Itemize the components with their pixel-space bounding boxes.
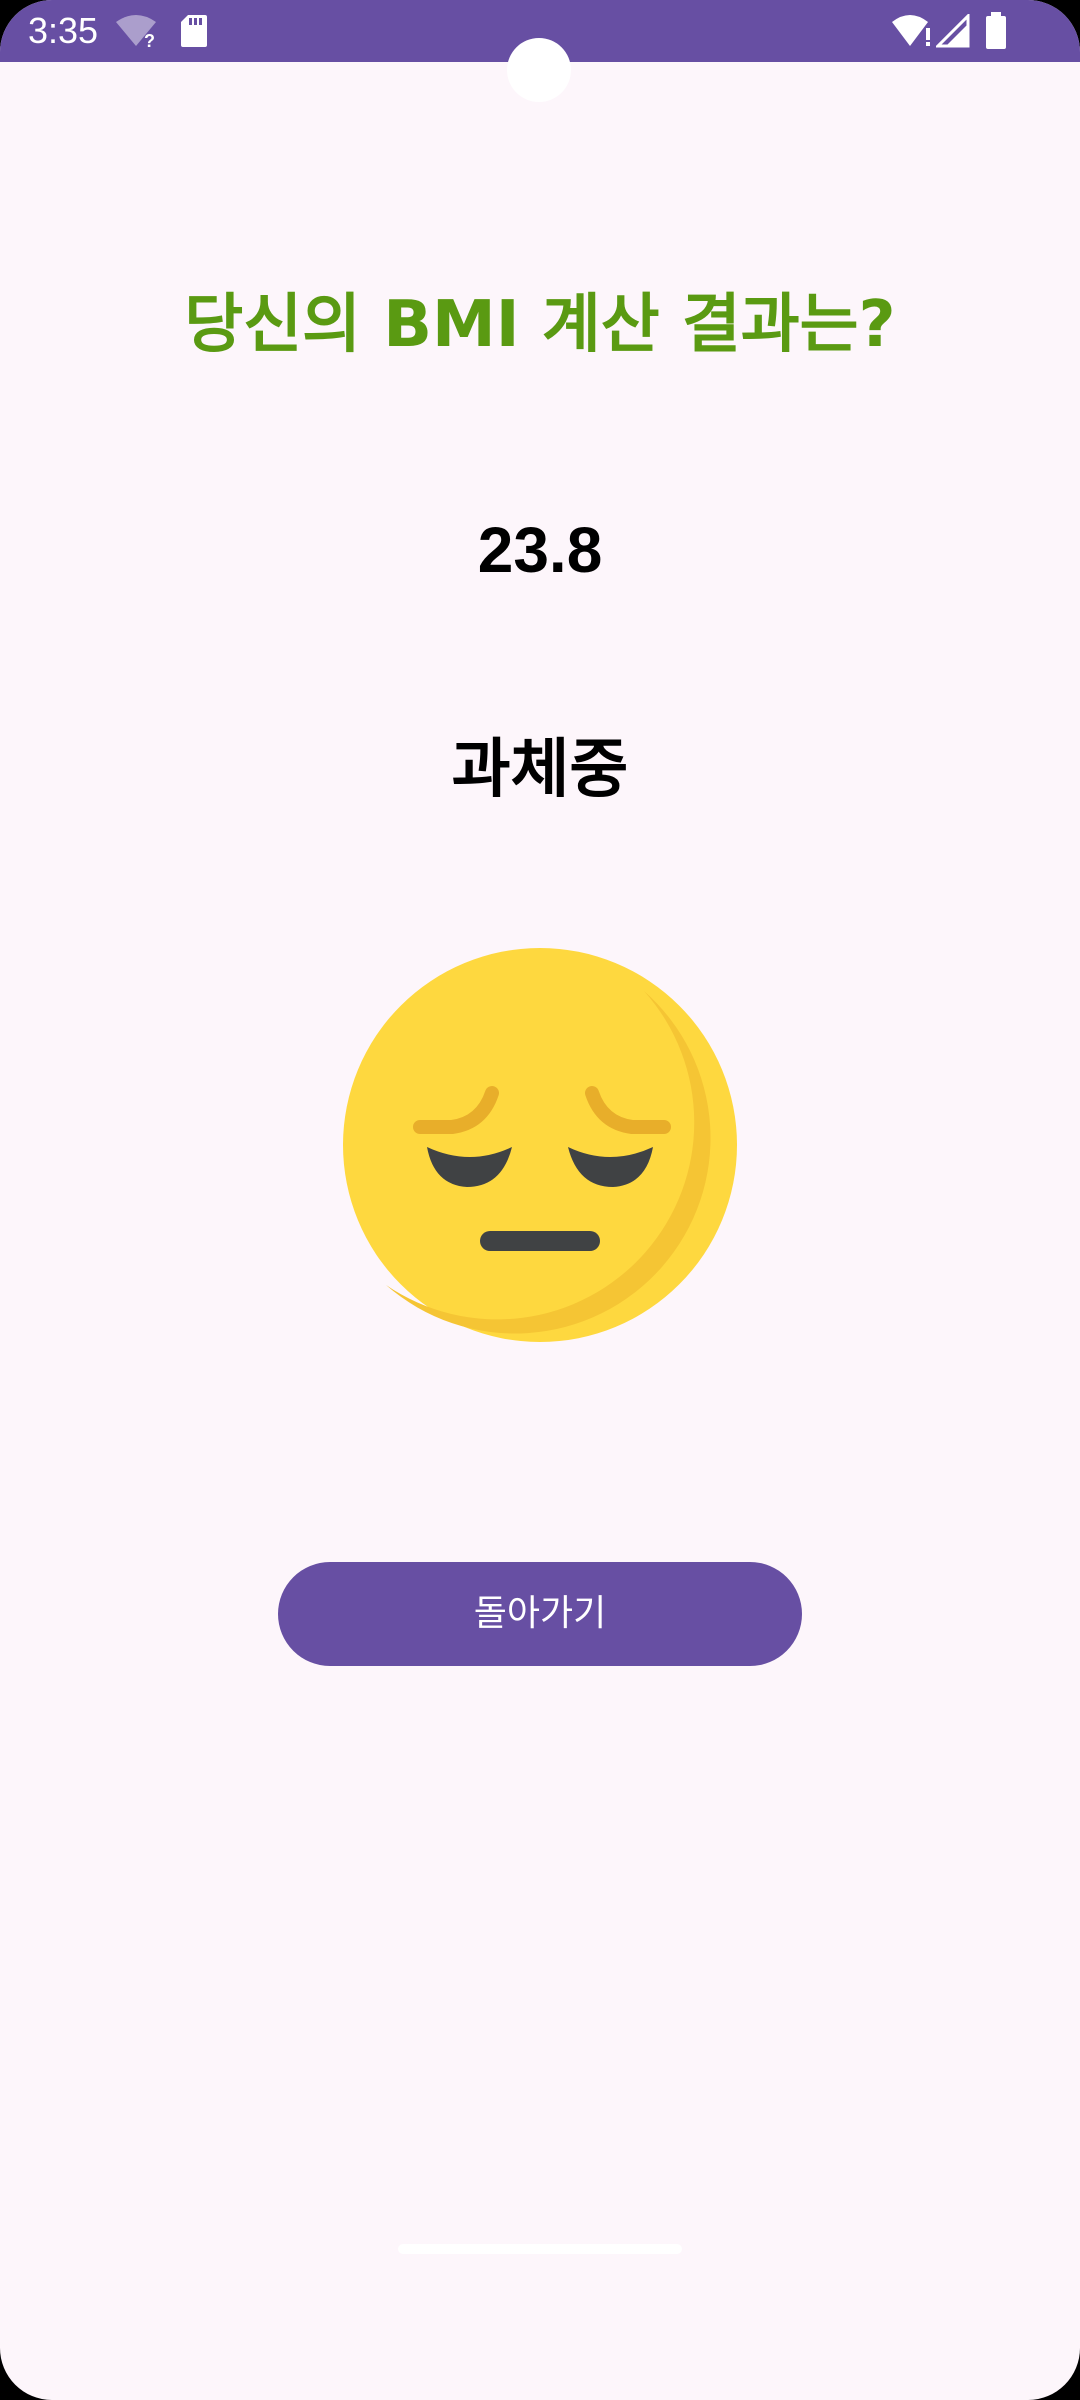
status-time: 3:35 [28, 10, 99, 51]
camera-cutout [507, 38, 571, 102]
wifi-icon [890, 14, 934, 52]
pensive-face-icon [342, 947, 738, 1343]
signal-icon [934, 12, 970, 52]
battery-icon [984, 12, 1008, 54]
svg-text:?: ? [144, 31, 155, 48]
back-button[interactable]: 돌아가기 [278, 1562, 802, 1666]
wifi-unknown-icon: ? [114, 14, 158, 52]
result-title: 당신의 BMI 계산 결과는? [184, 288, 896, 362]
bmi-result-screen: 3:35 ? 당신의 BMI 계산 결과는? 23.8 과체중 돌아가기 [0, 0, 1080, 2400]
bmi-status-label: 과체중 [451, 733, 629, 807]
sd-card-icon [180, 14, 208, 52]
bmi-value: 23.8 [477, 514, 603, 586]
home-gesture-handle[interactable] [398, 2244, 682, 2254]
